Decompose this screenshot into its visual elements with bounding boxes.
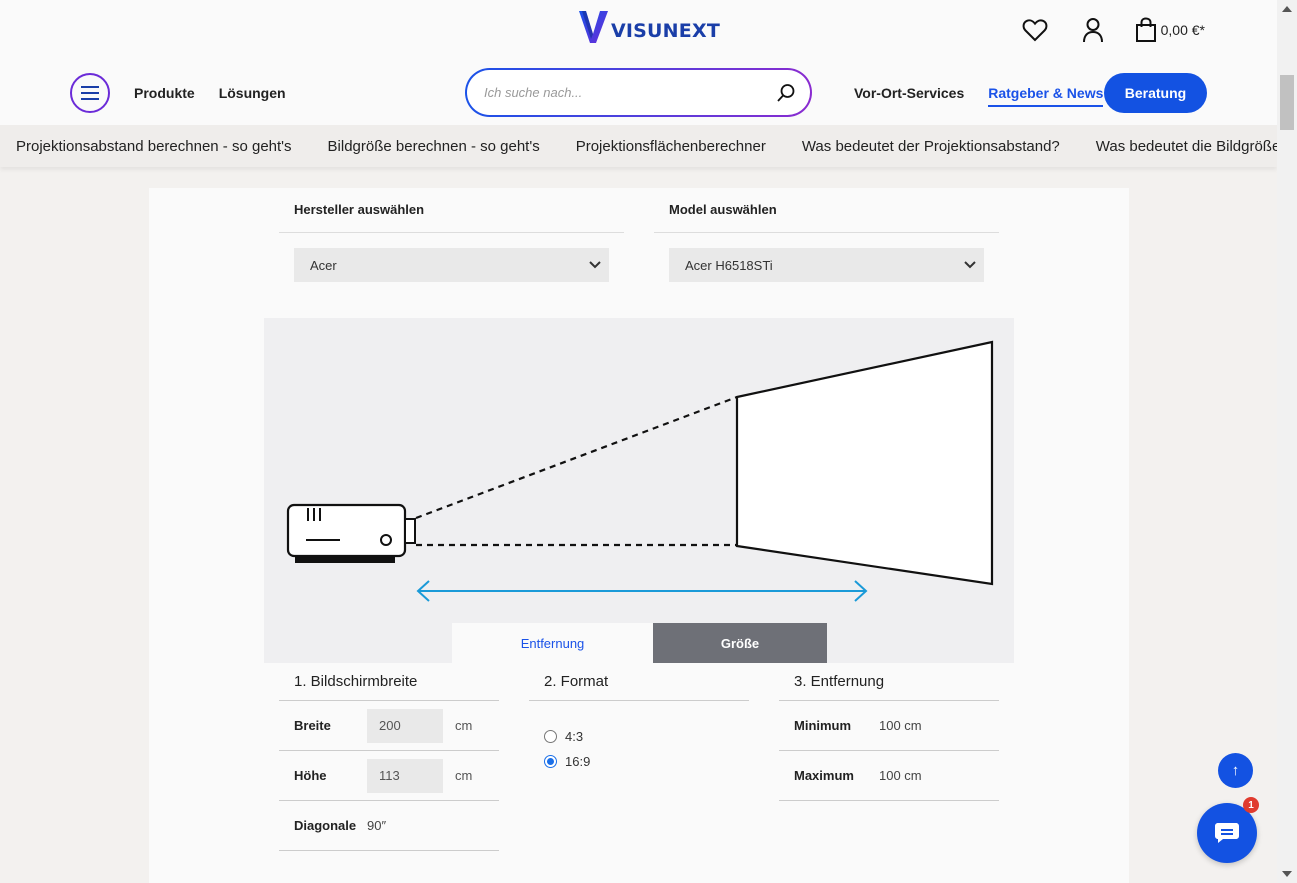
nav-item-loesungen[interactable]: Lösungen — [219, 85, 286, 101]
chevron-down-icon — [964, 261, 976, 269]
model-value: Acer H6518STi — [685, 257, 773, 273]
tab-groesse[interactable]: Größe — [653, 623, 827, 663]
width-input[interactable]: 200 — [367, 708, 443, 743]
user-icon — [1082, 18, 1103, 43]
height-row: Höhe 113 cm — [279, 751, 499, 801]
format-option-label: 16:9 — [565, 754, 591, 769]
wishlist-button[interactable] — [1019, 14, 1051, 46]
scroll-to-top-button[interactable]: ↑ — [1218, 753, 1253, 788]
maximum-value: 100 cm — [879, 768, 922, 783]
diagonal-label: Diagonale — [294, 818, 357, 833]
height-label: Höhe — [294, 768, 327, 783]
screen-width-section: 1. Bildschirmbreite Breite 200 cm Höhe 1… — [279, 663, 499, 851]
logo[interactable]: VISUNEXT — [578, 8, 720, 44]
screen-width-title: 1. Bildschirmbreite — [279, 663, 499, 701]
chevron-down-icon — [589, 261, 601, 269]
manufacturer-group: Hersteller auswählen Acer — [279, 188, 624, 282]
model-group: Model auswählen Acer H6518STi — [654, 188, 999, 282]
page-scrollbar[interactable] — [1277, 0, 1297, 883]
distance-section: 3. Entfernung Minimum 100 cm Maximum 100… — [779, 663, 999, 801]
header-icons: 0,00 €* — [1019, 14, 1205, 46]
heart-icon — [1022, 19, 1048, 42]
cart-button[interactable]: 0,00 €* — [1135, 17, 1205, 43]
diagonal-row: Diagonale 90″ — [279, 801, 499, 851]
logo-mark-icon — [579, 11, 608, 43]
search-icon[interactable] — [776, 83, 796, 103]
model-label: Model auswählen — [654, 188, 999, 233]
subnav-item-bildgroesse[interactable]: Bildgröße berechnen - so geht's — [328, 138, 540, 155]
search-bar — [465, 68, 812, 117]
projection-screen — [735, 340, 994, 586]
projection-illustration — [286, 340, 994, 602]
beratung-button[interactable]: Beratung — [1104, 73, 1207, 113]
calculator-card: Hersteller auswählen Acer Model auswähle… — [149, 188, 1129, 883]
radio-4-3[interactable] — [544, 730, 557, 743]
width-unit: cm — [455, 718, 473, 733]
format-option-4-3[interactable]: 4:3 — [544, 724, 749, 749]
format-title: 2. Format — [529, 663, 749, 701]
format-option-label: 4:3 — [565, 729, 584, 744]
chat-bubble-icon — [1215, 823, 1239, 843]
height-unit: cm — [455, 768, 473, 783]
height-input[interactable]: 113 — [367, 758, 443, 793]
radio-16-9[interactable] — [544, 755, 557, 768]
tab-entfernung[interactable]: Entfernung — [452, 623, 653, 663]
subnav-item-was-projektionsabstand[interactable]: Was bedeutet der Projektionsabstand? — [802, 138, 1060, 155]
cart-total: 0,00 €* — [1160, 22, 1205, 38]
manufacturer-label: Hersteller auswählen — [279, 188, 624, 233]
minimum-label: Minimum — [794, 718, 852, 733]
projection-diagram — [264, 318, 1014, 663]
site-header: VISUNEXT 0,00 €* Produkte Lösungen Ich s… — [0, 0, 1277, 125]
main-nav-right: Vor-Ort-Services Ratgeber & News — [854, 85, 1104, 107]
diagonal-value: 90″ — [367, 818, 387, 833]
calculator-tabs: Entfernung Größe — [452, 623, 827, 663]
nav-item-ratgeber-news[interactable]: Ratgeber & News — [988, 85, 1104, 107]
hamburger-icon — [81, 86, 99, 100]
scroll-up-arrow-icon[interactable] — [1282, 6, 1292, 12]
minimum-row: Minimum 100 cm — [779, 701, 999, 751]
projection-beam-top — [415, 395, 738, 520]
width-label: Breite — [294, 718, 331, 733]
manufacturer-select[interactable]: Acer — [294, 248, 609, 282]
maximum-label: Maximum — [794, 768, 854, 783]
manufacturer-value: Acer — [310, 257, 337, 273]
logo-text: VISUNEXT — [611, 20, 720, 42]
distance-arrow-icon — [416, 580, 868, 602]
sub-navigation: Projektionsabstand berechnen - so geht's… — [0, 125, 1277, 167]
subnav-item-projektionsabstand[interactable]: Projektionsabstand berechnen - so geht's — [16, 138, 292, 155]
model-select[interactable]: Acer H6518STi — [669, 248, 984, 282]
format-section: 2. Format 4:3 16:9 — [529, 663, 749, 774]
subnav-item-was-bildgroesse[interactable]: Was bedeutet die Bildgröße — [1096, 138, 1277, 155]
shopping-bag-icon — [1135, 17, 1156, 42]
main-nav-left: Produkte Lösungen — [134, 85, 286, 101]
account-button[interactable] — [1077, 14, 1109, 46]
format-option-16-9[interactable]: 16:9 — [544, 749, 749, 774]
arrow-up-icon: ↑ — [1231, 762, 1240, 779]
scroll-down-arrow-icon[interactable] — [1282, 871, 1292, 877]
menu-button[interactable] — [70, 73, 110, 113]
chat-notification-badge: 1 — [1243, 797, 1259, 813]
width-row: Breite 200 cm — [279, 701, 499, 751]
maximum-row: Maximum 100 cm — [779, 751, 999, 801]
distance-title: 3. Entfernung — [779, 663, 999, 701]
projector-icon — [286, 503, 416, 563]
scrollbar-thumb[interactable] — [1280, 75, 1294, 130]
minimum-value: 100 cm — [879, 718, 922, 733]
nav-item-produkte[interactable]: Produkte — [134, 85, 195, 101]
search-input[interactable] — [484, 85, 776, 100]
nav-item-vor-ort-services[interactable]: Vor-Ort-Services — [854, 85, 964, 107]
subnav-item-flaechenrechner[interactable]: Projektionsflächenberechner — [576, 138, 766, 155]
